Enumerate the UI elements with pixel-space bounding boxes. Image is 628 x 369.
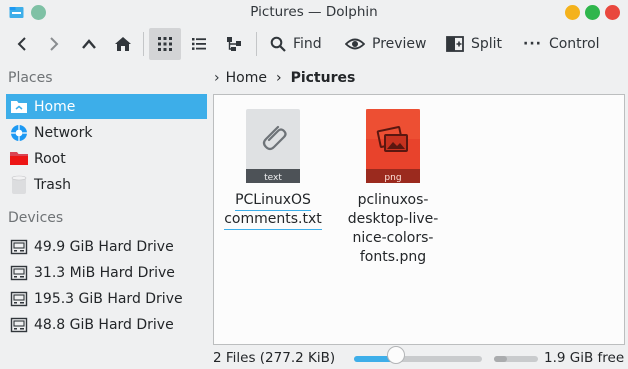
sidebar-item-drive[interactable]: 195.3 GiB Hard Drive xyxy=(6,286,207,311)
sidebar-item-drive[interactable]: 48.8 GiB Hard Drive xyxy=(6,312,207,337)
root-folder-icon xyxy=(8,149,30,169)
zoom-slider[interactable] xyxy=(354,356,482,362)
preview-label: Preview xyxy=(372,36,427,52)
sidebar-item-network[interactable]: Network xyxy=(6,120,207,145)
preview-button[interactable]: Preview xyxy=(345,28,427,60)
back-button[interactable] xyxy=(10,28,34,60)
devices-heading: Devices xyxy=(8,210,64,226)
minimize-button[interactable] xyxy=(565,5,580,20)
tree-view-button[interactable] xyxy=(221,28,247,60)
sidebar-item-label: Trash xyxy=(34,176,71,193)
places-panel: Places Home Network Root Trash Devices 4… xyxy=(0,62,210,347)
sidebar-item-label: Home xyxy=(34,98,76,115)
details-view-button[interactable] xyxy=(186,28,212,60)
sidebar-item-label: 31.3 MiB Hard Drive xyxy=(34,264,175,281)
control-button[interactable]: ··· Control xyxy=(523,28,600,60)
file-item[interactable]: png pclinuxos- desktop-live- nice-colors… xyxy=(338,108,448,267)
status-bar: 2 Files (277.2 KiB) 1.9 GiB free xyxy=(0,347,628,369)
hard-drive-icon xyxy=(8,237,30,257)
split-view-icon xyxy=(446,36,464,52)
file-item[interactable]: text PCLinuxOS comments.txt xyxy=(214,108,332,230)
home-button[interactable] xyxy=(110,28,136,60)
grid-icon xyxy=(158,37,172,51)
text-file-icon: text xyxy=(246,109,300,183)
split-label: Split xyxy=(471,36,503,52)
free-space-label: 1.9 GiB free xyxy=(544,350,625,366)
free-space-fill xyxy=(494,356,508,362)
file-type-badge: png xyxy=(384,173,401,183)
window-title: Pictures — Dolphin xyxy=(250,4,378,20)
search-icon xyxy=(270,36,286,52)
hard-drive-icon xyxy=(8,263,30,283)
home-folder-icon xyxy=(8,97,30,117)
hard-drive-icon xyxy=(8,315,30,335)
sidebar-item-label: 49.9 GiB Hard Drive xyxy=(34,238,174,255)
sidebar-item-drive[interactable]: 49.9 GiB Hard Drive xyxy=(6,234,207,259)
forward-button[interactable] xyxy=(42,28,66,60)
sidebar-item-label: 48.8 GiB Hard Drive xyxy=(34,316,174,333)
home-icon xyxy=(115,37,131,51)
close-button[interactable] xyxy=(605,5,620,20)
places-heading: Places xyxy=(8,70,53,86)
up-button[interactable] xyxy=(77,28,101,60)
breadcrumb-current[interactable]: Pictures xyxy=(291,70,356,86)
chevron-right-icon[interactable]: › xyxy=(214,70,220,86)
png-image-icon: png xyxy=(366,109,420,183)
title-bar: Pictures — Dolphin xyxy=(0,0,628,26)
file-name: PCLinuxOS comments.txt xyxy=(214,191,332,230)
eye-icon xyxy=(345,38,365,50)
breadcrumb-home[interactable]: Home xyxy=(226,70,267,86)
control-label: Control xyxy=(548,36,600,52)
toolbar-separator xyxy=(143,32,144,56)
sidebar-item-label: Network xyxy=(34,124,93,141)
find-label: Find xyxy=(293,36,322,52)
free-space-bar xyxy=(494,356,538,362)
network-icon xyxy=(8,123,30,143)
toolbar: Find Preview Split ··· Control xyxy=(0,26,628,62)
sidebar-item-home[interactable]: Home xyxy=(6,94,207,119)
split-button[interactable]: Split xyxy=(446,28,502,60)
toolbar-separator xyxy=(256,32,257,56)
file-view[interactable]: text PCLinuxOS comments.txt png pclinuxo… xyxy=(213,94,625,345)
sidebar-item-label: 195.3 GiB Hard Drive xyxy=(34,290,183,307)
list-icon xyxy=(192,38,206,50)
tree-icon xyxy=(227,37,241,51)
up-arrow-icon xyxy=(82,39,96,49)
trash-icon xyxy=(8,175,30,195)
maximize-button[interactable] xyxy=(585,5,600,20)
sidebar-item-drive[interactable]: 31.3 MiB Hard Drive xyxy=(6,260,207,285)
forward-arrow-icon xyxy=(50,37,59,51)
hard-drive-icon xyxy=(8,289,30,309)
file-count-label: 2 Files (277.2 KiB) xyxy=(213,350,336,366)
breadcrumb: › Home › Pictures xyxy=(214,66,355,90)
find-button[interactable]: Find xyxy=(270,28,322,60)
sidebar-item-trash[interactable]: Trash xyxy=(6,172,207,197)
file-name: pclinuxos- desktop-live- nice-colors- fo… xyxy=(347,192,439,265)
back-arrow-icon xyxy=(17,37,26,51)
file-type-badge: text xyxy=(264,173,282,183)
more-dots-icon: ··· xyxy=(523,36,542,52)
chevron-right-icon: › xyxy=(275,70,282,86)
sidebar-item-label: Root xyxy=(34,150,66,167)
sidebar-item-root[interactable]: Root xyxy=(6,146,207,171)
icons-view-button[interactable] xyxy=(149,28,181,60)
